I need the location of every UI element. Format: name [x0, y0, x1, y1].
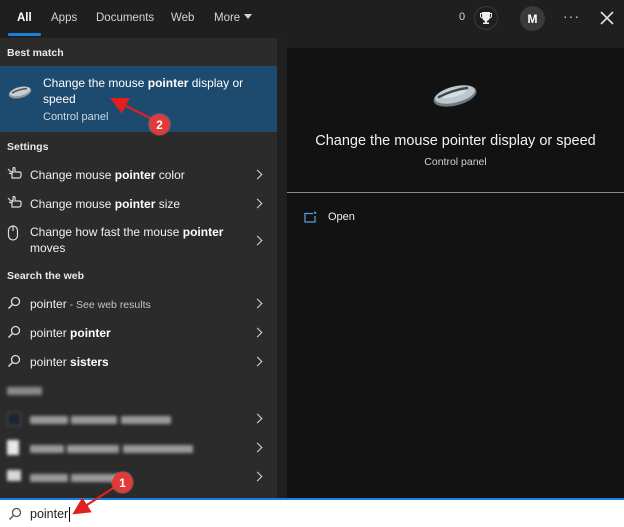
- settings-item-pointer-speed[interactable]: Change how fast the mouse pointer moves: [0, 220, 277, 260]
- search-header: All Apps Documents Web More 0 M ···: [0, 0, 624, 38]
- best-match-subtitle: Control panel: [43, 111, 109, 123]
- tab-more[interactable]: More: [214, 0, 253, 36]
- windows-search-panel: All Apps Documents Web More 0 M ··· Best…: [0, 0, 624, 527]
- preview-divider: [287, 192, 624, 193]
- settings-item-pointer-size[interactable]: Change mouse pointer size: [0, 191, 277, 217]
- chevron-right-icon: [252, 198, 263, 209]
- mouse-outline-icon: [7, 225, 19, 246]
- chevron-right-icon: [252, 169, 263, 180]
- photo-result-item-blurred[interactable]: [0, 435, 277, 461]
- search-icon: [7, 354, 21, 373]
- tab-apps[interactable]: Apps: [51, 0, 77, 36]
- tab-documents-label: Documents: [96, 12, 155, 24]
- rewards-points: 0: [459, 11, 466, 23]
- search-icon: [8, 507, 22, 526]
- image-thumbnail-icon: [7, 440, 19, 455]
- settings-item-pointer-color[interactable]: Change mouse pointer color: [0, 162, 277, 188]
- chevron-right-icon: [252, 471, 263, 482]
- rewards-button[interactable]: [474, 6, 498, 30]
- chevron-right-icon: [252, 298, 263, 309]
- pointer-hand-icon: [7, 195, 23, 215]
- pane-divider: [277, 38, 287, 498]
- web-result-label: pointer pointer: [30, 326, 111, 340]
- tab-web-label: Web: [171, 12, 195, 24]
- blurred-filename: [30, 469, 130, 485]
- tab-more-label: More: [214, 12, 241, 24]
- mouse-icon: [430, 82, 480, 113]
- tab-all-label: All: [17, 12, 32, 24]
- close-button[interactable]: [598, 9, 616, 27]
- chevron-right-icon: [252, 442, 263, 453]
- active-tab-indicator: [8, 33, 41, 36]
- web-result-label: pointer - See web results: [30, 297, 151, 311]
- settings-item-label: Change mouse pointer color: [30, 168, 185, 182]
- chevron-right-icon: [252, 235, 263, 246]
- photo-result-item-blurred[interactable]: [0, 406, 277, 432]
- open-external-icon: [304, 211, 317, 223]
- preview-hero: Change the mouse pointer display or spee…: [287, 48, 624, 193]
- user-avatar[interactable]: M: [520, 6, 545, 31]
- chevron-right-icon: [252, 413, 263, 424]
- search-input[interactable]: [30, 504, 330, 524]
- tab-web[interactable]: Web: [171, 0, 194, 36]
- pointer-hand-icon: [7, 166, 23, 186]
- web-result-item[interactable]: pointer sisters: [0, 349, 277, 375]
- best-match-heading: Best match: [7, 47, 64, 59]
- photos-heading-blurred: [7, 385, 42, 397]
- web-result-item[interactable]: pointer - See web results: [0, 291, 277, 317]
- search-icon: [7, 325, 21, 344]
- search-web-heading: Search the web: [7, 270, 85, 282]
- mouse-icon: [7, 84, 33, 105]
- best-match-result[interactable]: Change the mouse pointer display or spee…: [0, 66, 277, 132]
- image-thumbnail-icon: [7, 412, 21, 426]
- tab-apps-label: Apps: [51, 12, 78, 24]
- results-pane: Best match Change the mouse pointer disp…: [0, 38, 277, 498]
- search-icon: [7, 296, 21, 315]
- image-thumbnail-icon: [7, 470, 21, 481]
- blurred-filename: [30, 411, 171, 427]
- open-label: Open: [328, 211, 355, 223]
- text-cursor: [69, 507, 70, 522]
- open-button[interactable]: Open: [304, 208, 355, 226]
- preview-subtitle: Control panel: [424, 156, 487, 168]
- settings-heading: Settings: [7, 141, 49, 153]
- preview-title: Change the mouse pointer display or spee…: [315, 133, 596, 149]
- settings-item-label: Change mouse pointer size: [30, 197, 181, 211]
- best-match-title: Change the mouse pointer display or spee…: [43, 76, 244, 106]
- chevron-right-icon: [252, 327, 263, 338]
- search-bar: [0, 498, 624, 527]
- photo-result-item-blurred[interactable]: [0, 464, 277, 490]
- web-result-item[interactable]: pointer pointer: [0, 320, 277, 346]
- trophy-icon: [480, 12, 492, 24]
- settings-item-label: Change how fast the mouse pointer moves: [30, 225, 224, 255]
- chevron-right-icon: [252, 356, 263, 367]
- tab-documents[interactable]: Documents: [96, 0, 154, 36]
- preview-pane: Change the mouse pointer display or spee…: [287, 48, 624, 498]
- more-options-button[interactable]: ···: [563, 9, 580, 23]
- blurred-filename: [30, 440, 193, 456]
- caret-down-icon: [244, 14, 253, 20]
- web-result-label: pointer sisters: [30, 355, 109, 369]
- tab-all[interactable]: All: [17, 0, 32, 36]
- close-icon: [600, 11, 614, 25]
